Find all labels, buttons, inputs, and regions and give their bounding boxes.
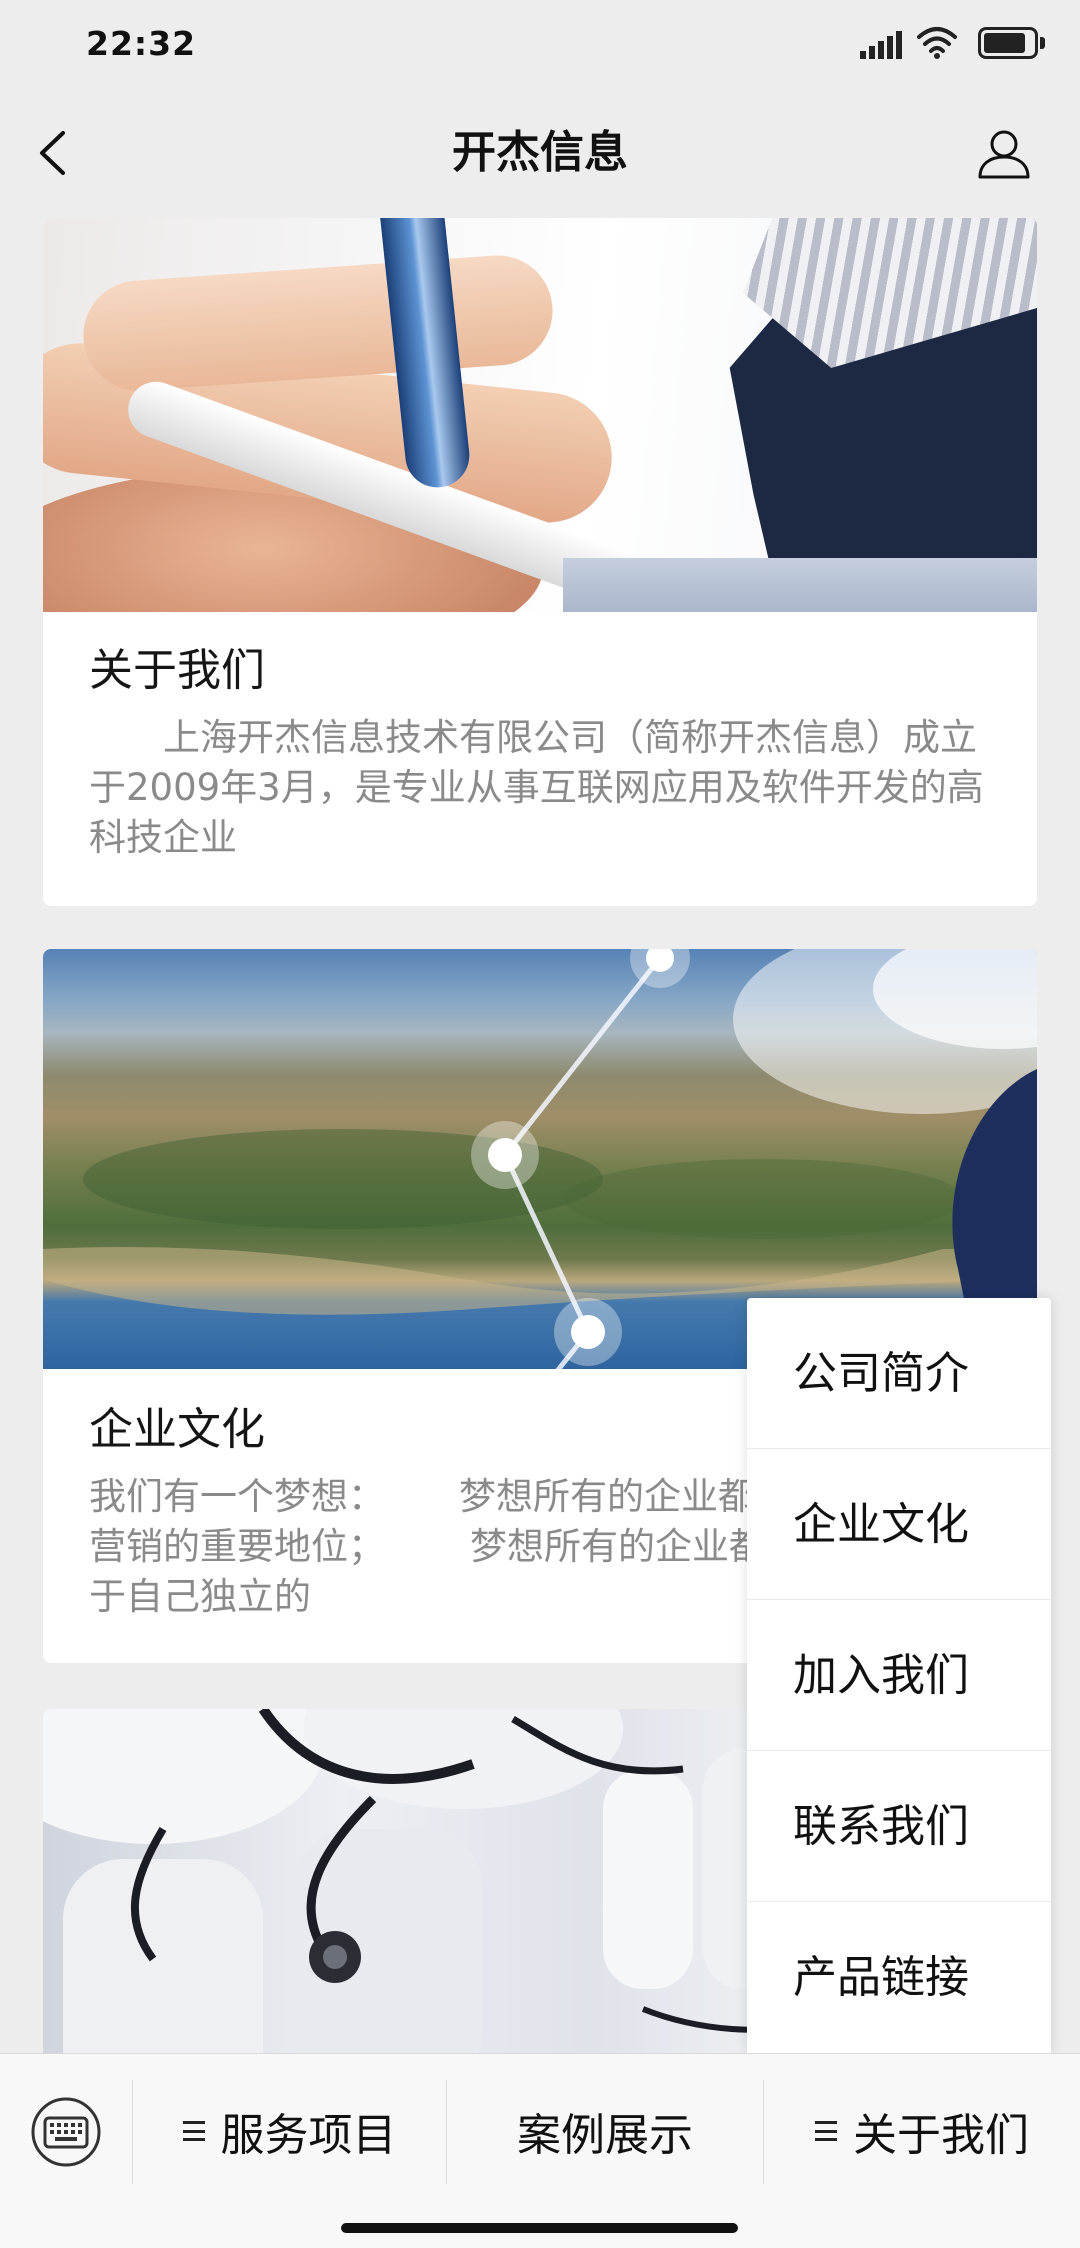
menu-icon xyxy=(815,2121,837,2141)
tab-label: 服务项目 xyxy=(220,2110,397,2161)
tab-cases[interactable]: 案例展示 xyxy=(447,2054,763,2208)
status-bar: 22:32 xyxy=(0,0,1080,86)
description-text: 梦想所有的企业都 xyxy=(459,1475,755,1518)
user-profile-icon xyxy=(978,130,1030,179)
user-profile-button[interactable] xyxy=(972,124,1036,184)
description-text: 于自己独立的 xyxy=(89,1575,311,1618)
menu-icon xyxy=(182,2121,205,2141)
battery-tip xyxy=(1040,37,1045,49)
keyboard-icon xyxy=(31,2097,101,2167)
home-indicator[interactable] xyxy=(341,2223,738,2233)
tab-about-us[interactable]: 关于我们 xyxy=(764,2054,1080,2208)
battery-icon xyxy=(978,27,1038,59)
status-time: 22:32 xyxy=(86,24,197,63)
popup-item-join-us[interactable]: 加入我们 xyxy=(747,1600,1051,1751)
keyboard-toggle-button[interactable] xyxy=(30,2096,102,2168)
about-us-card-image xyxy=(43,218,1037,612)
tab-services[interactable]: 服务项目 xyxy=(133,2054,446,2208)
page-title: 开杰信息 xyxy=(452,127,628,178)
description-text: 我们有一个梦想： xyxy=(89,1475,385,1518)
description-text: 梦想所有的企业都 xyxy=(470,1525,766,1568)
popup-item-product-links[interactable]: 产品链接 xyxy=(747,1902,1051,2053)
about-us-card[interactable]: 关于我们 上海开杰信息技术有限公司（简称开杰信息）成立于2009年3月，是专业从… xyxy=(43,218,1037,906)
tab-label: 关于我们 xyxy=(853,2110,1029,2161)
battery-level-fill xyxy=(984,33,1025,53)
bottom-menu-bar: 服务项目 案例展示 关于我们 xyxy=(0,2053,1080,2248)
image-desk xyxy=(563,558,1037,612)
card-title: 关于我们 xyxy=(89,645,265,696)
image-hand-finger xyxy=(79,251,557,395)
wifi-icon xyxy=(917,27,957,59)
description-text: 营销的重要地位； xyxy=(89,1525,385,1568)
popup-item-corporate-culture[interactable]: 企业文化 xyxy=(747,1449,1051,1600)
card-body: 关于我们 上海开杰信息技术有限公司（简称开杰信息）成立于2009年3月，是专业从… xyxy=(43,612,1037,863)
about-us-popup-menu: 公司简介 企业文化 加入我们 联系我们 产品链接 xyxy=(747,1298,1051,2053)
popup-item-contact-us[interactable]: 联系我们 xyxy=(747,1751,1051,1902)
popup-item-company-intro[interactable]: 公司简介 xyxy=(747,1298,1051,1449)
tab-label: 案例展示 xyxy=(517,2110,693,2161)
card-description: 上海开杰信息技术有限公司（简称开杰信息）成立于2009年3月，是专业从事互联网应… xyxy=(89,716,984,859)
nav-bar: 开杰信息 xyxy=(0,86,1080,218)
signal-icon xyxy=(860,31,902,59)
